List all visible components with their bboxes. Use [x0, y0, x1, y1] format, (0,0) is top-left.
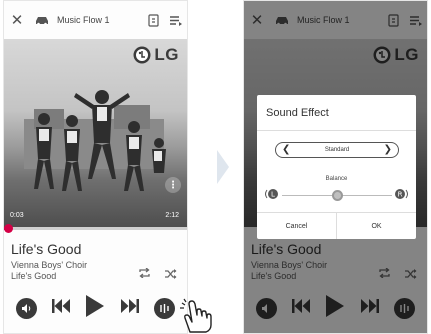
- repeat-icon[interactable]: [138, 265, 151, 283]
- dialog-buttons: Cancel OK: [257, 212, 416, 239]
- shuffle-icon[interactable]: [164, 266, 177, 284]
- playlist-icon[interactable]: [165, 15, 187, 26]
- seek-handle[interactable]: [4, 224, 13, 233]
- chevron-left-icon[interactable]: ❮: [282, 145, 290, 155]
- album-art-photo: [24, 90, 166, 191]
- sound-mode-selector: ❮ Standard ❯: [275, 142, 399, 158]
- album-art: LG ⋮ 0:03 2:12: [4, 39, 187, 227]
- ok-button[interactable]: OK: [336, 213, 416, 239]
- sound-effect-dialog: Sound Effect ❮ Standard ❯ Balance L R Ca…: [257, 95, 416, 239]
- elapsed-time: 0:03: [10, 212, 24, 219]
- balance-slider-handle[interactable]: [331, 190, 343, 201]
- playback-controls: [4, 293, 187, 323]
- previous-track-icon[interactable]: [52, 298, 71, 318]
- album-name: Life's Good: [11, 271, 57, 281]
- lg-logo: LG: [133, 45, 179, 65]
- chevron-right-icon[interactable]: ❯: [384, 145, 392, 155]
- left-speaker-icon: L: [265, 189, 278, 199]
- tap-hand-icon: [180, 298, 212, 333]
- lg-logo-icon: [133, 46, 151, 64]
- top-bar: ✕ Music Flow 1: [4, 1, 187, 39]
- dialog-title: Sound Effect: [257, 95, 416, 131]
- song-title: Life's Good: [11, 241, 82, 257]
- right-speaker-icon: R: [395, 189, 408, 199]
- player-screen: ✕ Music Flow 1 LG ⋮ 0:03 2:12 Life's Goo…: [3, 0, 188, 334]
- svg-text:R: R: [398, 191, 403, 199]
- sound-mode-value: Standard: [324, 147, 350, 153]
- speaker-title[interactable]: Music Flow 1: [54, 15, 143, 25]
- balance-label: Balance: [325, 176, 348, 182]
- lg-logo-text: LG: [154, 45, 179, 64]
- volume-icon[interactable]: [15, 297, 37, 319]
- play-icon[interactable]: [85, 294, 105, 322]
- car-icon: [30, 15, 54, 25]
- balance-slider[interactable]: [282, 190, 392, 201]
- svg-text:L: L: [271, 191, 275, 199]
- seek-bar[interactable]: [4, 224, 187, 233]
- close-icon[interactable]: ✕: [4, 11, 30, 29]
- sound-effect-screen: ✕ Music Flow 1 LG Life's Good Vienna Boy…: [243, 0, 428, 334]
- next-track-icon[interactable]: [120, 298, 139, 318]
- transition-arrow-icon: [217, 150, 229, 184]
- total-duration: 2:12: [165, 212, 179, 219]
- track-info: Life's Good Vienna Boys' Choir Life's Go…: [11, 241, 179, 281]
- artist-name: Vienna Boys' Choir: [11, 260, 88, 270]
- device-settings-icon[interactable]: [143, 13, 165, 27]
- more-options-icon[interactable]: ⋮: [165, 177, 181, 193]
- cancel-button[interactable]: Cancel: [257, 213, 336, 239]
- sound-effect-icon[interactable]: [154, 297, 176, 319]
